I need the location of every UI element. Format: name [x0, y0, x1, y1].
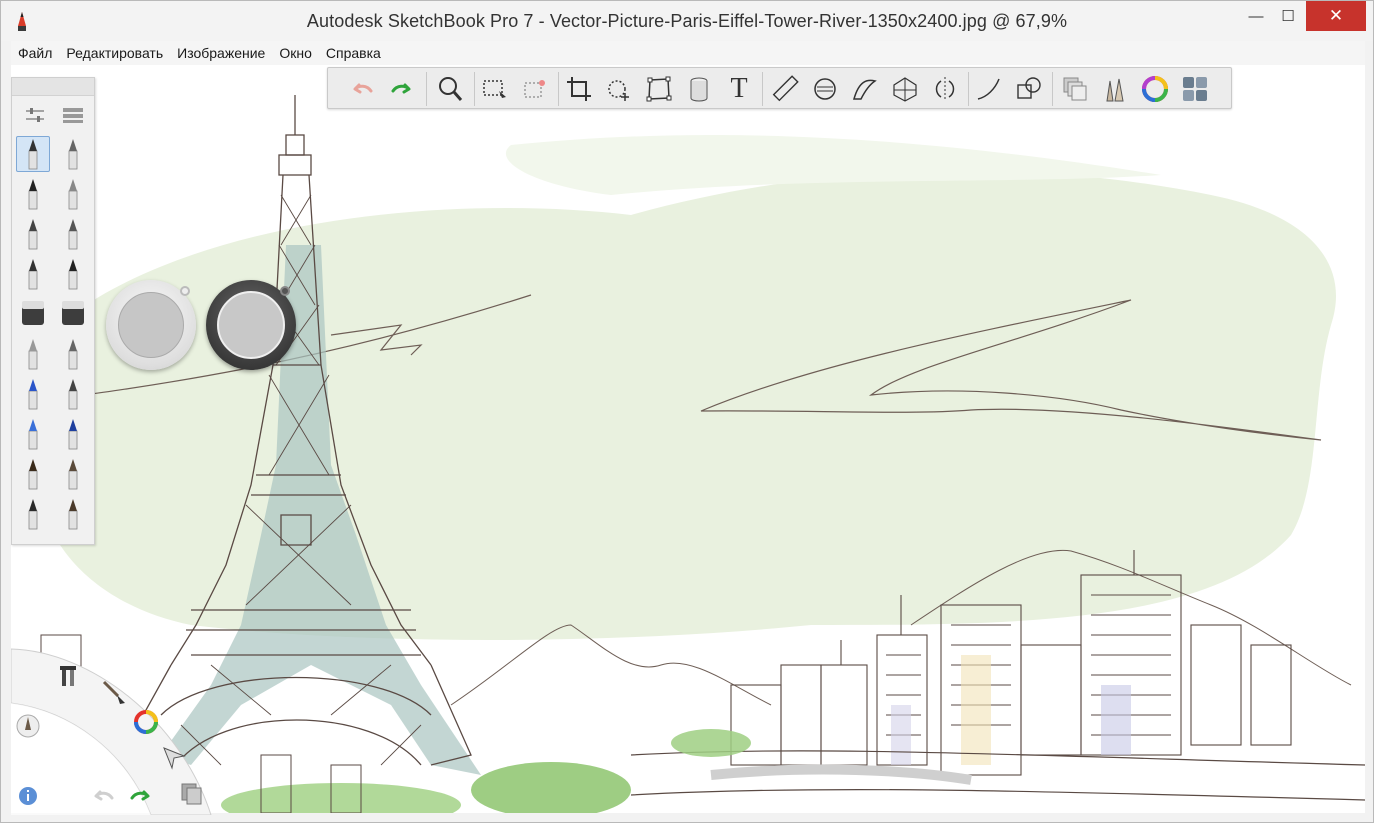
brush-properties-icon[interactable]: [20, 102, 50, 128]
perspective-icon[interactable]: [890, 74, 920, 104]
color-puck[interactable]: [106, 280, 196, 370]
zoom-icon[interactable]: [435, 74, 465, 104]
ballpoint-brush[interactable]: [16, 216, 50, 252]
smudge-brush[interactable]: [56, 336, 90, 372]
tools-icon[interactable]: [55, 661, 85, 691]
menu-edit[interactable]: Редактировать: [59, 45, 170, 61]
fan-brush[interactable]: [56, 496, 90, 532]
puck-handle-icon[interactable]: [180, 286, 190, 296]
brush-library-icon[interactable]: [1100, 74, 1130, 104]
airbrush-brush[interactable]: [16, 336, 50, 372]
redo-icon[interactable]: [127, 779, 157, 809]
window-title: Autodesk SketchBook Pro 7 - Vector-Pictu…: [306, 11, 1068, 31]
minimize-icon: —: [1248, 7, 1264, 25]
brush-size-puck[interactable]: [206, 280, 296, 370]
ruler-icon[interactable]: [770, 74, 800, 104]
close-button[interactable]: ✕: [1306, 1, 1366, 31]
title-bar: Autodesk SketchBook Pro 7 - Vector-Pictu…: [1, 1, 1373, 41]
close-icon: ✕: [1328, 6, 1344, 25]
info-icon[interactable]: [13, 781, 43, 811]
eraser-soft-brush[interactable]: [56, 296, 90, 332]
marker-brush[interactable]: [16, 176, 50, 212]
felt-pen-brush[interactable]: [56, 176, 90, 212]
menu-bar: Файл Редактировать Изображение Окно Спра…: [11, 41, 1365, 65]
transform-rotate-icon[interactable]: [604, 74, 634, 104]
flat-brush[interactable]: [16, 496, 50, 532]
blue-marker-brush[interactable]: [16, 376, 50, 412]
text-icon[interactable]: T: [724, 73, 754, 104]
brush-palette-header[interactable]: [12, 78, 94, 96]
bristle-brush[interactable]: [56, 456, 90, 492]
maximize-icon: ☐: [1281, 8, 1295, 25]
stroke-icon[interactable]: [974, 74, 1004, 104]
menu-file[interactable]: Файл: [11, 45, 59, 61]
menu-window[interactable]: Окно: [272, 45, 319, 61]
blue-pen-brush[interactable]: [16, 416, 50, 452]
lagoon-menu: [11, 641, 241, 815]
chisel-marker-brush[interactable]: [56, 376, 90, 412]
minimize-button[interactable]: —: [1241, 1, 1271, 31]
current-color-swatch: [118, 292, 184, 358]
symmetry-icon[interactable]: [930, 74, 960, 104]
rectangle-select-icon[interactable]: [480, 74, 510, 104]
crop-icon[interactable]: [564, 74, 594, 104]
paint-brush[interactable]: [16, 456, 50, 492]
french-curve-icon[interactable]: [850, 74, 880, 104]
shapes-icon[interactable]: [1014, 74, 1044, 104]
ink-pen-brush[interactable]: [56, 216, 90, 252]
eraser-hard-brush[interactable]: [16, 296, 50, 332]
technical-pen-brush[interactable]: [56, 136, 90, 172]
undo-icon[interactable]: [346, 74, 376, 104]
fine-pen-brush[interactable]: [16, 256, 50, 292]
pencil-icon[interactable]: [13, 711, 43, 741]
main-toolbar: T: [327, 67, 1232, 109]
layers-icon[interactable]: [1060, 74, 1090, 104]
text-tool-glyph: T: [730, 73, 748, 104]
layers-icon[interactable]: [177, 779, 207, 809]
brush-icon[interactable]: [99, 677, 129, 707]
brush-list-icon[interactable]: [58, 102, 88, 128]
redo-icon[interactable]: [388, 74, 418, 104]
color-wheel-icon[interactable]: [1140, 74, 1170, 104]
brush-palette: [11, 77, 95, 545]
liner-brush[interactable]: [56, 256, 90, 292]
ellipse-guide-icon[interactable]: [810, 74, 840, 104]
pencil-brush[interactable]: [16, 136, 50, 172]
brush-size-indicator: [217, 291, 285, 359]
distort-icon[interactable]: [644, 74, 674, 104]
menu-image[interactable]: Изображение: [170, 45, 272, 61]
ink-stamp-brush[interactable]: [56, 416, 90, 452]
palette-toggle-icon[interactable]: [1180, 74, 1210, 104]
undo-icon[interactable]: [87, 779, 117, 809]
select-arrow-icon[interactable]: [159, 743, 189, 773]
puck-handle-icon[interactable]: [280, 286, 290, 296]
fill-icon[interactable]: [684, 74, 714, 104]
maximize-button[interactable]: ☐: [1273, 1, 1303, 31]
app-window: Autodesk SketchBook Pro 7 - Vector-Pictu…: [0, 0, 1374, 823]
menu-help[interactable]: Справка: [319, 45, 388, 61]
lasso-select-icon[interactable]: [520, 74, 550, 104]
color-wheel-icon[interactable]: [131, 707, 161, 737]
